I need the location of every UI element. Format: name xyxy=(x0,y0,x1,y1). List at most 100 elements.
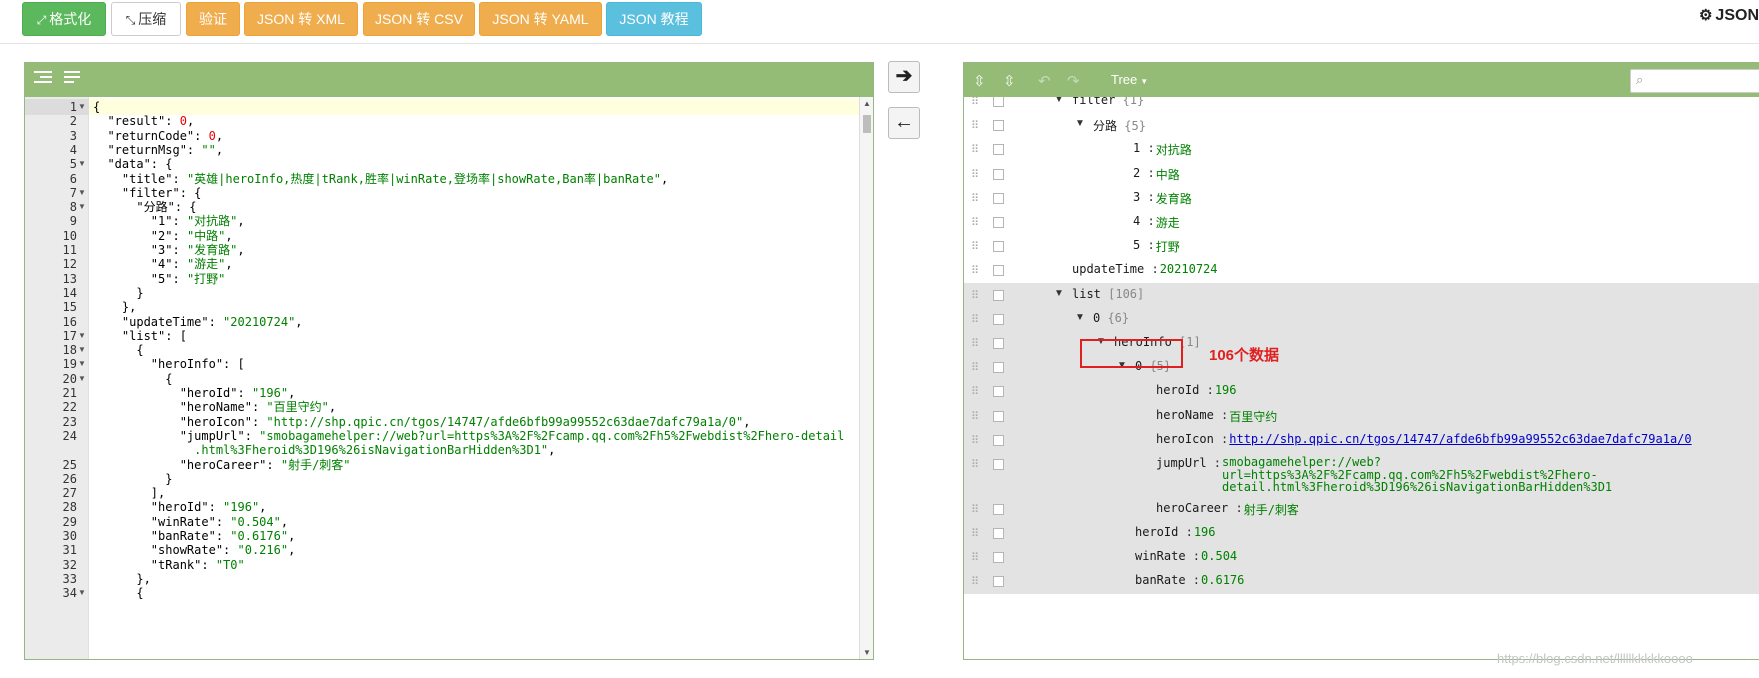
node-menu-checkbox[interactable] xyxy=(993,527,1004,539)
tree-node[interactable]: ⠿ banRate : 0.6176 xyxy=(964,569,1759,594)
node-menu-checkbox[interactable] xyxy=(993,192,1004,204)
node-menu-checkbox[interactable] xyxy=(993,144,1004,156)
tree-node[interactable]: ⠿ ▼ list [106] xyxy=(964,282,1759,307)
node-menu-checkbox[interactable] xyxy=(993,313,1004,325)
editor-scrollbar[interactable]: ▲ ▼ xyxy=(859,97,873,659)
node-menu-checkbox[interactable] xyxy=(993,289,1004,301)
format-button[interactable]: ⤢ 格式化 xyxy=(22,2,106,36)
tree-node[interactable]: ⠿ 3 : 发育路 xyxy=(964,186,1759,210)
node-key[interactable]: heroIcon : xyxy=(1156,432,1228,446)
compact-icon[interactable] xyxy=(64,71,82,87)
tree-node[interactable]: ⠿ ▼ filter {1} xyxy=(964,97,1759,113)
fold-toggle-icon[interactable]: ▼ xyxy=(78,371,86,387)
drag-handle-icon[interactable]: ⠿ xyxy=(971,503,981,516)
node-key[interactable]: heroId : xyxy=(1156,383,1214,397)
node-menu-checkbox[interactable] xyxy=(993,168,1004,180)
node-key[interactable]: jumpUrl : xyxy=(1156,456,1221,470)
tree-node[interactable]: ⠿ 5 : 打野 xyxy=(964,234,1759,258)
tree-node[interactable]: ⠿ 1 : 对抗路 xyxy=(964,137,1759,161)
node-menu-checkbox[interactable] xyxy=(993,338,1004,349)
node-value[interactable]: 游走 xyxy=(1156,214,1180,231)
scroll-down-icon[interactable]: ▼ xyxy=(860,648,873,657)
tree-node[interactable]: ⠿ updateTime : 20210724 xyxy=(964,258,1759,282)
scroll-thumb[interactable] xyxy=(863,115,871,133)
drag-handle-icon[interactable]: ⠿ xyxy=(971,264,981,277)
view-mode-dropdown[interactable]: Tree ▼ xyxy=(1111,72,1148,87)
drag-handle-icon[interactable]: ⠿ xyxy=(971,97,981,108)
node-menu-checkbox[interactable] xyxy=(993,434,1004,446)
node-key[interactable]: list [106] xyxy=(1072,287,1144,301)
node-key[interactable]: 3 : xyxy=(1133,190,1155,204)
drag-handle-icon[interactable]: ⠿ xyxy=(971,337,981,350)
tree-node[interactable]: ⠿ winRate : 0.504 xyxy=(964,545,1759,570)
node-value[interactable]: smobagamehelper://web? url=https%3A%2F%2… xyxy=(1222,456,1612,494)
node-menu-checkbox[interactable] xyxy=(993,362,1004,374)
node-menu-checkbox[interactable] xyxy=(993,120,1004,132)
node-menu-checkbox[interactable] xyxy=(993,386,1004,398)
fold-toggle-icon[interactable]: ▼ xyxy=(78,199,86,215)
collapse-all-icon[interactable]: ⇳ xyxy=(1003,72,1016,90)
drag-handle-icon[interactable]: ⠿ xyxy=(971,361,981,374)
node-menu-checkbox[interactable] xyxy=(993,459,1004,470)
node-value[interactable]: 20210724 xyxy=(1160,262,1218,276)
node-value[interactable]: 中路 xyxy=(1156,166,1180,183)
node-key[interactable]: heroId : xyxy=(1135,525,1193,539)
fold-toggle-icon[interactable]: ▼ xyxy=(78,585,86,601)
expand-toggle-icon[interactable]: ▼ xyxy=(1075,312,1085,323)
json-tutorial-button[interactable]: JSON 教程 xyxy=(606,2,702,36)
node-key[interactable]: 0 {6} xyxy=(1093,311,1129,325)
node-value[interactable]: 打野 xyxy=(1156,238,1180,255)
node-menu-checkbox[interactable] xyxy=(993,576,1004,588)
tree-node[interactable]: ⠿ 2 : 中路 xyxy=(964,162,1759,186)
tree-node[interactable]: ⠿ heroId : 196 xyxy=(964,520,1759,546)
tree-node[interactable]: ⠿ heroIcon : http://shp.qpic.cn/tgos/1474… xyxy=(964,427,1759,452)
expand-toggle-icon[interactable]: ▼ xyxy=(1054,97,1064,105)
drag-handle-icon[interactable]: ⠿ xyxy=(971,527,981,540)
compress-button[interactable]: ⤡ 压缩 xyxy=(111,2,181,36)
drag-handle-icon[interactable]: ⠿ xyxy=(971,410,981,423)
drag-handle-icon[interactable]: ⠿ xyxy=(971,216,981,229)
drag-handle-icon[interactable]: ⠿ xyxy=(971,551,981,564)
json-to-yaml-button[interactable]: JSON 转 YAML xyxy=(479,2,602,36)
node-key[interactable]: winRate : xyxy=(1135,549,1200,563)
expand-toggle-icon[interactable]: ▼ xyxy=(1054,288,1064,299)
code-area[interactable]: { "result": 0, "returnCode": 0, "returnM… xyxy=(89,97,859,659)
node-menu-checkbox[interactable] xyxy=(993,217,1004,228)
tree-node[interactable]: ⠿ jumpUrl : smobagamehelper://web? url=ht… xyxy=(964,452,1759,497)
tree-node[interactable]: ⠿ heroCareer : 射手/刺客 xyxy=(964,496,1759,521)
scroll-up-icon[interactable]: ▲ xyxy=(860,99,873,108)
drag-handle-icon[interactable]: ⠿ xyxy=(971,143,981,156)
node-value[interactable]: 0.6176 xyxy=(1201,573,1244,587)
node-value[interactable]: 196 xyxy=(1194,525,1216,539)
redo-icon[interactable]: ↷ xyxy=(1067,72,1080,90)
node-menu-checkbox[interactable] xyxy=(993,410,1004,422)
node-key[interactable]: heroCareer : xyxy=(1156,501,1243,515)
node-value[interactable]: 0.504 xyxy=(1201,549,1237,563)
expand-all-icon[interactable]: ⇳ xyxy=(973,72,986,90)
drag-handle-icon[interactable]: ⠿ xyxy=(971,240,981,253)
undo-icon[interactable]: ↶ xyxy=(1038,72,1051,90)
validate-button[interactable]: 验证 xyxy=(186,2,240,36)
node-menu-checkbox[interactable] xyxy=(993,265,1004,277)
drag-handle-icon[interactable]: ⠿ xyxy=(971,119,981,132)
drag-handle-icon[interactable]: ⠿ xyxy=(971,192,981,205)
node-key[interactable]: 2 : xyxy=(1133,166,1155,180)
node-menu-checkbox[interactable] xyxy=(993,241,1004,253)
node-value[interactable]: http://shp.qpic.cn/tgos/14747/afde6bfb99… xyxy=(1229,432,1691,446)
format-indent-icon[interactable] xyxy=(34,71,52,87)
tree-node[interactable]: ⠿ heroName : 百里守约 xyxy=(964,403,1759,428)
node-value[interactable]: 百里守约 xyxy=(1229,408,1277,425)
node-menu-checkbox[interactable] xyxy=(993,552,1004,564)
tree-node[interactable]: ⠿ ▼ 分路 {5} xyxy=(964,113,1759,137)
tree-node[interactable]: ⠿ ▼ 0 {6} xyxy=(964,306,1759,331)
node-key[interactable]: 5 : xyxy=(1133,238,1155,252)
drag-handle-icon[interactable]: ⠿ xyxy=(971,458,981,471)
node-key[interactable]: 4 : xyxy=(1133,214,1155,228)
node-key[interactable]: 1 : xyxy=(1133,141,1155,155)
node-key[interactable]: banRate : xyxy=(1135,573,1200,587)
node-value[interactable]: 发育路 xyxy=(1156,190,1192,207)
node-key[interactable]: filter {1} xyxy=(1072,97,1144,107)
fold-toggle-icon[interactable]: ▼ xyxy=(78,156,86,172)
node-menu-checkbox[interactable] xyxy=(993,503,1004,515)
json-to-xml-button[interactable]: JSON 转 XML xyxy=(244,2,358,36)
